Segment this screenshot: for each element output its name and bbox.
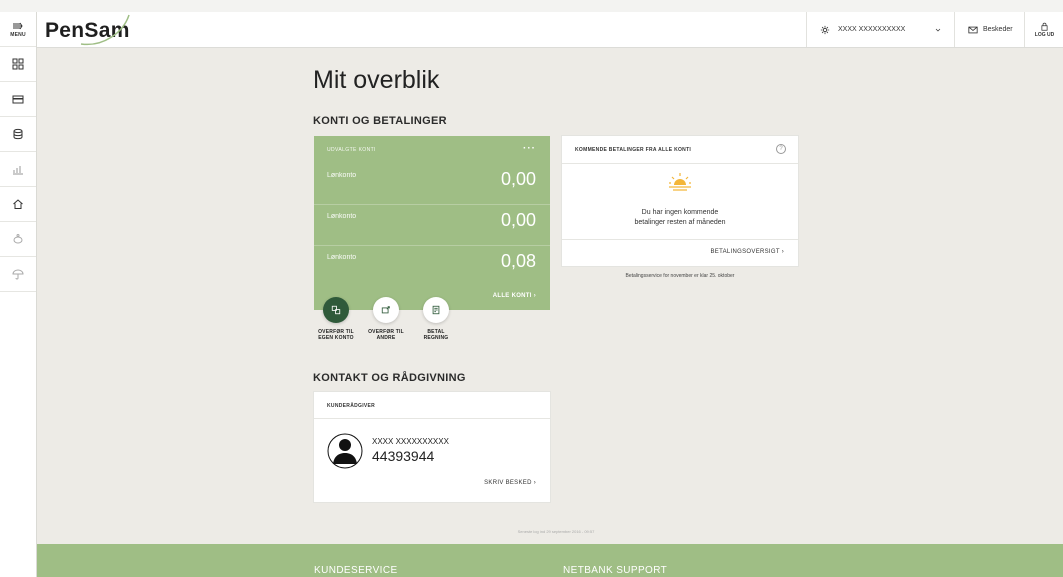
user-selector[interactable]: XXXX XXXXXXXXXX — [806, 12, 955, 47]
dashboard-icon — [12, 58, 24, 70]
action-label: OVERFØR TIL EGEN KONTO — [318, 329, 354, 341]
messages-button[interactable]: Beskeder — [954, 12, 1025, 47]
help-icon[interactable]: ? — [776, 144, 786, 154]
payment-overview-link[interactable]: BETALINGSOVERSIGT › — [711, 249, 785, 255]
envelope-icon — [968, 26, 978, 33]
user-name: XXXX XXXXXXXXXX — [838, 26, 906, 33]
account-row[interactable]: Lønkonto 0,00 — [314, 205, 550, 246]
menu-arrow-icon — [13, 22, 23, 30]
transfer-own-account-button[interactable]: OVERFØR TIL EGEN KONTO — [316, 297, 356, 341]
sidebar-item-housing[interactable] — [0, 187, 36, 222]
card-icon — [12, 95, 24, 104]
page-title: Mit overblik — [313, 66, 440, 94]
pay-bill-circle — [423, 297, 449, 323]
upcoming-payments-card: KOMMENDE BETALINGER FRA ALLE KONTI ? Du … — [562, 136, 798, 266]
logout-button[interactable]: LOG UD — [1024, 12, 1063, 47]
account-balance: 0,00 — [500, 210, 536, 230]
header: PenSam XXXX XXXXXXXXXX Beskeder LOG UD — [37, 12, 1063, 48]
advisor-phone[interactable]: 44393944 — [372, 448, 434, 464]
umbrella-icon — [12, 269, 24, 280]
upcoming-header: KOMMENDE BETALINGER FRA ALLE KONTI — [575, 147, 692, 153]
sidebar-item-payments[interactable] — [0, 117, 36, 152]
divider — [314, 418, 550, 419]
betalingsservice-note: Betalingsservice for november er klar 25… — [625, 273, 735, 279]
home-icon — [13, 199, 23, 209]
sunset-icon — [669, 173, 691, 191]
footer: KUNDESERVICE NETBANK SUPPORT — [37, 544, 1063, 577]
no-payments-message: Du har ingen kommende betalinger resten a… — [634, 209, 726, 226]
avatar-icon — [327, 433, 363, 469]
advisor-name: XXXX XXXXXXXXXX — [372, 437, 449, 446]
coins-icon — [13, 128, 23, 140]
transfer-icon — [331, 305, 341, 315]
transfer-others-button[interactable]: OVERFØR TIL ANDRE — [366, 297, 406, 341]
advisor-header: KUNDERÅDGIVER — [327, 403, 376, 409]
piggy-bank-icon — [13, 234, 23, 244]
account-balance: 0,08 — [500, 251, 536, 271]
sidebar-item-savings[interactable] — [0, 222, 36, 257]
logout-label: LOG UD — [1034, 31, 1055, 38]
bill-icon — [432, 305, 440, 315]
logo-swoosh-icon — [80, 14, 130, 46]
more-options-button[interactable]: ··· — [523, 143, 536, 154]
transfer-own-circle — [323, 297, 349, 323]
chevron-down-icon — [936, 28, 941, 31]
accounts-header: UDVALGTE KONTI — [327, 147, 376, 153]
account-name: Lønkonto — [327, 213, 357, 220]
footer-netbank-support: NETBANK SUPPORT — [563, 565, 668, 576]
accounts-card: UDVALGTE KONTI ··· Lønkonto 0,00 Lønkont… — [314, 136, 550, 310]
section-title-contact: KONTAKT OG RÅDGIVNING — [313, 372, 466, 384]
messages-label: Beskeder — [983, 26, 1013, 33]
account-balance: 0,00 — [500, 169, 536, 189]
action-label: BETAL REGNING — [423, 329, 449, 341]
sidebar-item-overview[interactable] — [0, 47, 36, 82]
account-name: Lønkonto — [327, 172, 357, 179]
section-title-accounts: KONTI OG BETALINGER — [313, 115, 447, 127]
gear-icon — [820, 25, 830, 34]
pay-bill-button[interactable]: BETAL REGNING — [416, 297, 456, 341]
divider — [562, 163, 798, 164]
footer-customer-service: KUNDESERVICE — [314, 565, 398, 576]
all-accounts-link[interactable]: ALLE KONTI › — [493, 293, 536, 299]
account-row[interactable]: Lønkonto 0,08 — [314, 246, 550, 286]
divider — [562, 239, 798, 240]
account-name: Lønkonto — [327, 254, 357, 261]
lock-icon — [1041, 22, 1048, 31]
sidebar: MENU — [0, 12, 37, 577]
last-login-text: Seneste log ind 29 september 2016 - 09:5… — [517, 529, 595, 534]
action-label: OVERFØR TIL ANDRE — [368, 329, 404, 341]
write-message-link[interactable]: SKRIV BESKED › — [484, 480, 536, 486]
menu-label: MENU — [10, 32, 26, 38]
transfer-others-circle — [373, 297, 399, 323]
sidebar-item-investments[interactable] — [0, 152, 36, 187]
sidebar-item-insurance[interactable] — [0, 257, 36, 292]
sidebar-item-cards[interactable] — [0, 82, 36, 117]
chart-icon — [13, 166, 23, 175]
advisor-card: KUNDERÅDGIVER XXXX XXXXXXXXXX 44393944 S… — [314, 392, 550, 502]
menu-button[interactable]: MENU — [0, 12, 36, 47]
send-money-icon — [381, 306, 390, 314]
account-row[interactable]: Lønkonto 0,00 — [314, 164, 550, 205]
